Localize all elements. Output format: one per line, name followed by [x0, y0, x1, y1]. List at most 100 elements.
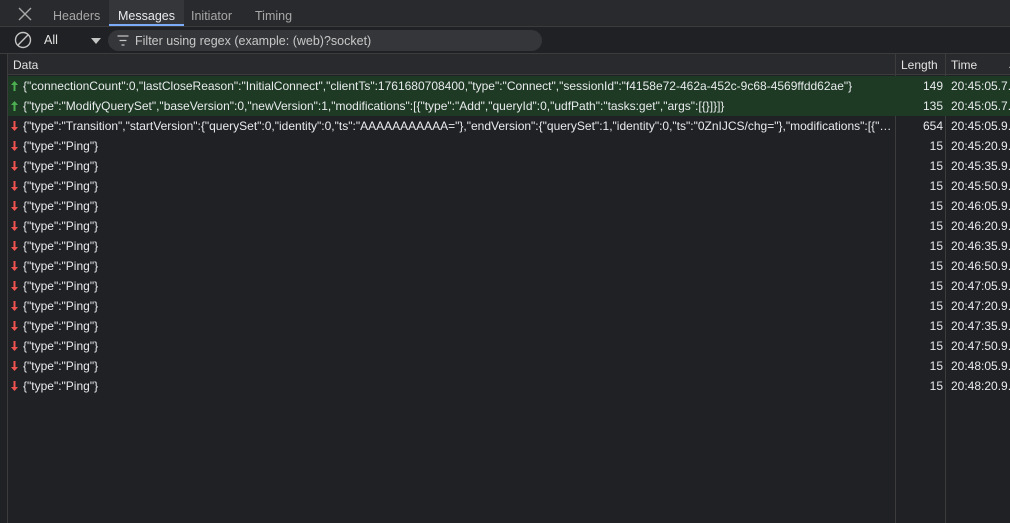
- clear-messages-icon[interactable]: [13, 30, 33, 50]
- message-row[interactable]: {"type":"Ping"} 15 20:48:05.9...: [8, 356, 1010, 376]
- tab-initiator[interactable]: Initiator: [182, 0, 241, 26]
- message-length: 15: [929, 359, 943, 373]
- message-length: 15: [929, 379, 943, 393]
- message-time: 20:45:05.9...: [951, 119, 1010, 133]
- grid-header: Data Length Time: [8, 54, 1010, 75]
- received-arrow-icon: [11, 241, 18, 251]
- message-length: 15: [929, 239, 943, 253]
- message-row[interactable]: {"type":"Ping"} 15 20:46:50.9...: [8, 256, 1010, 276]
- tab-headers[interactable]: Headers: [44, 0, 109, 26]
- received-arrow-icon: [11, 221, 18, 231]
- message-data: {"type":"Ping"}: [23, 139, 99, 153]
- message-row[interactable]: {"type":"Ping"} 15 20:45:50.9...: [8, 176, 1010, 196]
- received-arrow-icon: [11, 281, 18, 291]
- message-data: {"type":"ModifyQuerySet","baseVersion":0…: [23, 99, 725, 113]
- message-data: {"type":"Ping"}: [23, 219, 99, 233]
- message-type-select[interactable]: All: [44, 33, 104, 49]
- received-arrow-icon: [11, 381, 18, 391]
- message-time: 20:46:05.9...: [951, 199, 1010, 213]
- message-time: 20:47:05.9...: [951, 279, 1010, 293]
- message-data: {"type":"Ping"}: [23, 239, 99, 253]
- message-data: {"type":"Ping"}: [23, 259, 99, 273]
- messages-grid: Data Length Time {"connectionCount":0,"l…: [7, 54, 1010, 523]
- message-length: 15: [929, 219, 943, 233]
- detail-tab-bar: Headers Messages Initiator Timing: [0, 0, 1010, 27]
- messages-toolbar: All: [0, 27, 1010, 54]
- message-row[interactable]: {"connectionCount":0,"lastCloseReason":"…: [8, 76, 1010, 96]
- message-data: {"type":"Transition","startVersion":{"qu…: [23, 119, 893, 133]
- message-data: {"type":"Ping"}: [23, 279, 99, 293]
- message-row[interactable]: {"type":"ModifyQuerySet","baseVersion":0…: [8, 96, 1010, 116]
- regex-filter-input[interactable]: [135, 30, 535, 51]
- message-time: 20:46:50.9...: [951, 259, 1010, 273]
- message-time: 20:48:05.9...: [951, 359, 1010, 373]
- message-length: 15: [929, 179, 943, 193]
- sent-arrow-icon: [11, 81, 18, 91]
- message-data: {"type":"Ping"}: [23, 199, 99, 213]
- received-arrow-icon: [11, 181, 18, 191]
- regex-filter-box[interactable]: [108, 30, 542, 51]
- messages-list: {"connectionCount":0,"lastCloseReason":"…: [8, 76, 1010, 396]
- received-arrow-icon: [11, 121, 18, 131]
- message-time: 20:45:05.7...: [951, 99, 1010, 113]
- message-time: 20:47:35.9...: [951, 319, 1010, 333]
- message-length: 135: [922, 99, 943, 113]
- message-length: 654: [922, 119, 943, 133]
- message-data: {"type":"Ping"}: [23, 359, 99, 373]
- message-length: 15: [929, 259, 943, 273]
- received-arrow-icon: [11, 361, 18, 371]
- message-row[interactable]: {"type":"Ping"} 15 20:47:05.9...: [8, 276, 1010, 296]
- filter-icon: [117, 35, 129, 46]
- message-row[interactable]: {"type":"Ping"} 15 20:46:20.9...: [8, 216, 1010, 236]
- received-arrow-icon: [11, 341, 18, 351]
- message-time: 20:46:35.9...: [951, 239, 1010, 253]
- sent-arrow-icon: [11, 101, 18, 111]
- message-time: 20:48:20.9...: [951, 379, 1010, 393]
- message-row[interactable]: {"type":"Ping"} 15 20:46:05.9...: [8, 196, 1010, 216]
- message-time: 20:45:35.9...: [951, 159, 1010, 173]
- message-data: {"connectionCount":0,"lastCloseReason":"…: [23, 79, 853, 93]
- received-arrow-icon: [11, 141, 18, 151]
- received-arrow-icon: [11, 261, 18, 271]
- close-icon[interactable]: [14, 3, 36, 25]
- message-length: 15: [929, 299, 943, 313]
- message-length: 15: [929, 159, 943, 173]
- received-arrow-icon: [11, 301, 18, 311]
- message-time: 20:45:50.9...: [951, 179, 1010, 193]
- message-row[interactable]: {"type":"Ping"} 15 20:48:20.9...: [8, 376, 1010, 396]
- message-time: 20:45:20.9...: [951, 139, 1010, 153]
- message-data: {"type":"Ping"}: [23, 159, 99, 173]
- received-arrow-icon: [11, 201, 18, 211]
- message-time: 20:45:05.7...: [951, 79, 1010, 93]
- chevron-down-icon: [91, 38, 101, 44]
- message-type-value: All: [44, 33, 58, 47]
- message-length: 15: [929, 139, 943, 153]
- tab-timing[interactable]: Timing: [246, 0, 301, 26]
- message-row[interactable]: {"type":"Ping"} 15 20:47:35.9...: [8, 316, 1010, 336]
- message-length: 149: [922, 79, 943, 93]
- message-data: {"type":"Ping"}: [23, 339, 99, 353]
- message-length: 15: [929, 279, 943, 293]
- tab-messages[interactable]: Messages: [109, 0, 184, 26]
- message-time: 20:47:50.9...: [951, 339, 1010, 353]
- message-length: 15: [929, 319, 943, 333]
- message-time: 20:47:20.9...: [951, 299, 1010, 313]
- message-row[interactable]: {"type":"Transition","startVersion":{"qu…: [8, 116, 1010, 136]
- message-row[interactable]: {"type":"Ping"} 15 20:46:35.9...: [8, 236, 1010, 256]
- message-row[interactable]: {"type":"Ping"} 15 20:45:20.9...: [8, 136, 1010, 156]
- received-arrow-icon: [11, 321, 18, 331]
- message-row[interactable]: {"type":"Ping"} 15 20:47:20.9...: [8, 296, 1010, 316]
- message-length: 15: [929, 199, 943, 213]
- message-data: {"type":"Ping"}: [23, 379, 99, 393]
- message-data: {"type":"Ping"}: [23, 299, 99, 313]
- column-header-time[interactable]: Time: [946, 54, 1010, 75]
- message-length: 15: [929, 339, 943, 353]
- message-data: {"type":"Ping"}: [23, 319, 99, 333]
- message-time: 20:46:20.9...: [951, 219, 1010, 233]
- message-row[interactable]: {"type":"Ping"} 15 20:45:35.9...: [8, 156, 1010, 176]
- received-arrow-icon: [11, 161, 18, 171]
- message-data: {"type":"Ping"}: [23, 179, 99, 193]
- column-header-length[interactable]: Length: [896, 54, 951, 75]
- column-header-data[interactable]: Data: [8, 54, 896, 75]
- message-row[interactable]: {"type":"Ping"} 15 20:47:50.9...: [8, 336, 1010, 356]
